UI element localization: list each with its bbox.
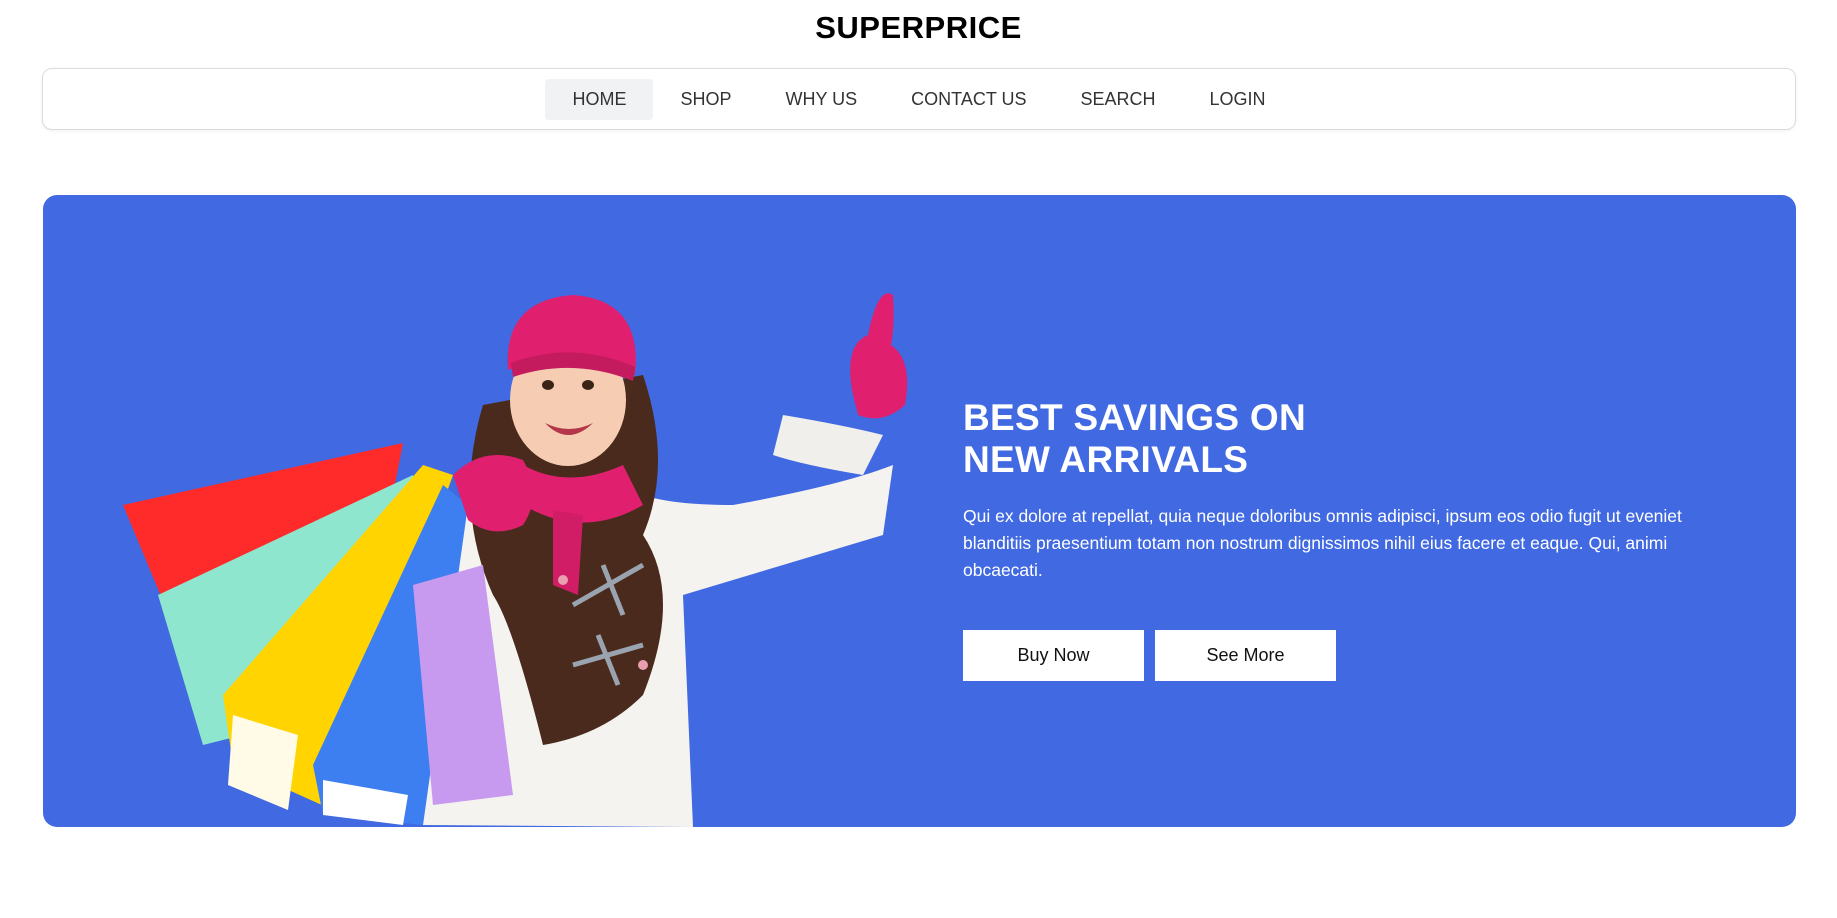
nav-home[interactable]: HOME	[545, 78, 654, 120]
nav-contact-us[interactable]: CONTACT US	[884, 79, 1053, 120]
site-title[interactable]: SUPERPRICE	[0, 10, 1837, 46]
nav-login[interactable]: LOGIN	[1183, 79, 1293, 120]
hero-headline: BEST SAVINGS ON NEW ARRIVALS	[963, 397, 1743, 481]
hero-actions: Buy Now See More	[963, 630, 1743, 681]
hero-description: Qui ex dolore at repellat, quia neque do…	[963, 506, 1682, 580]
buy-now-button[interactable]: Buy Now	[963, 630, 1144, 681]
hero-banner: BEST SAVINGS ON NEW ARRIVALS Qui ex dolo…	[43, 195, 1796, 827]
shopping-girl-illustration	[123, 293, 908, 827]
see-more-button[interactable]: See More	[1155, 630, 1336, 681]
hero-headline-line-2: NEW ARRIVALS	[963, 439, 1249, 480]
nav-shop[interactable]: SHOP	[653, 79, 758, 120]
nav-why-us[interactable]: WHY US	[758, 79, 884, 120]
main-nav: HOME SHOP WHY US CONTACT US SEARCH LOGIN	[42, 68, 1796, 130]
hero-headline-line-1: BEST SAVINGS ON	[963, 397, 1307, 438]
nav-search[interactable]: SEARCH	[1054, 79, 1183, 120]
hero-text-block: BEST SAVINGS ON NEW ARRIVALS Qui ex dolo…	[963, 397, 1743, 681]
